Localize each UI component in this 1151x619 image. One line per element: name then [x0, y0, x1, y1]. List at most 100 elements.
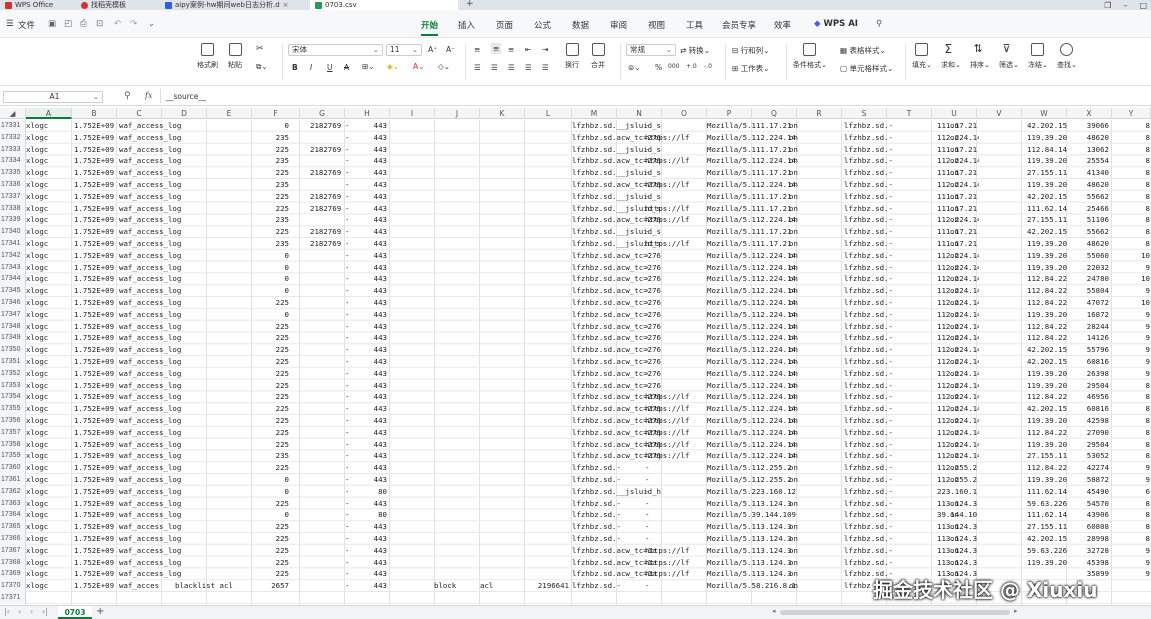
border-icon[interactable]: ⊞⌄	[362, 62, 375, 71]
cell-j[interactable]	[434, 238, 474, 250]
cell-f[interactable]: 225	[242, 533, 289, 545]
cell-w[interactable]: 59.63.226	[1027, 545, 1069, 557]
cell-f[interactable]: 2657	[242, 580, 289, 592]
cell-f[interactable]: 225	[242, 521, 289, 533]
cell-j[interactable]	[434, 368, 474, 380]
cell-j[interactable]	[434, 120, 474, 132]
cell-g[interactable]: 2182769	[310, 144, 348, 156]
restore-icon[interactable]: ❐	[1104, 1, 1111, 10]
cell-y[interactable]: 8	[1112, 191, 1150, 203]
cell-w[interactable]: 112.84.22	[1027, 297, 1069, 309]
cell-l[interactable]	[515, 533, 569, 545]
cell-s[interactable]: lfzhbz.sd.-	[844, 509, 904, 521]
formula-input[interactable]: __source__	[166, 92, 206, 101]
cell-i[interactable]: 443	[345, 403, 387, 415]
cell-v[interactable]: on	[950, 132, 992, 144]
cell-i[interactable]: 443	[345, 368, 387, 380]
cell-b[interactable]: 1.752E+09	[74, 273, 116, 285]
cell-n[interactable]: -	[645, 344, 690, 356]
cell-f[interactable]: 225	[242, 344, 289, 356]
cell-a[interactable]: xlogc	[26, 132, 68, 144]
row-number[interactable]: 17362	[0, 485, 26, 498]
cell-i[interactable]: 443	[345, 250, 387, 262]
cell-x[interactable]: 39066	[1067, 120, 1109, 132]
cell-w[interactable]: 27.155.11	[1027, 521, 1069, 533]
cell-b[interactable]: 1.752E+09	[74, 356, 116, 368]
cell-g[interactable]	[310, 321, 348, 333]
cell-l[interactable]	[515, 403, 569, 415]
cell-p[interactable]: Mozilla/5.111.17.21	[707, 203, 797, 215]
cell-i[interactable]: 443	[345, 521, 387, 533]
cell-p[interactable]: Mozilla/5.112.224.14	[707, 262, 797, 274]
cell-x[interactable]: 25466	[1067, 203, 1109, 215]
row-number[interactable]: 17346	[0, 297, 26, 309]
cell-f[interactable]: 225	[242, 203, 289, 215]
cell-s[interactable]: lfzhbz.sd.-	[844, 486, 904, 498]
cell-v[interactable]: on	[950, 250, 992, 262]
cell-w[interactable]: 112.84.14	[1027, 144, 1069, 156]
column-header-k[interactable]: K	[480, 108, 525, 119]
row-number[interactable]: 17333	[0, 143, 26, 156]
cell-f[interactable]: 225	[242, 321, 289, 333]
cell-y[interactable]: 8	[1112, 144, 1150, 156]
cell-a[interactable]: xlogc	[26, 462, 68, 474]
cell-l[interactable]	[515, 474, 569, 486]
cell-p[interactable]: Mozilla/5.112.224.14	[707, 403, 797, 415]
cell-b[interactable]: 1.752E+09	[74, 545, 116, 557]
wps-ai-button[interactable]: ◆ WPS AI	[814, 19, 858, 29]
cell-i[interactable]: 443	[345, 285, 387, 297]
tab-0703-csv[interactable]: 0703.csv	[310, 0, 458, 10]
cell-l[interactable]	[515, 120, 569, 132]
hamburger-menu-icon[interactable]: ☰	[6, 19, 14, 29]
cell-x[interactable]: 27090	[1067, 427, 1109, 439]
column-header-b[interactable]: B	[72, 108, 117, 119]
cell-n[interactable]: -	[645, 498, 690, 510]
cell-b[interactable]: 1.752E+09	[74, 321, 116, 333]
cell-v[interactable]: on	[950, 403, 992, 415]
column-header-x[interactable]: X	[1067, 108, 1112, 119]
cell-x[interactable]: 29504	[1067, 380, 1109, 392]
row-number[interactable]: 17338	[0, 202, 26, 215]
cell-n[interactable]: -	[645, 144, 690, 156]
cell-p[interactable]: Mozilla/5.223.160.121	[707, 486, 797, 498]
cell-i[interactable]: 443	[345, 191, 387, 203]
row-number[interactable]: 17360	[0, 462, 26, 474]
cell-x[interactable]: 54570	[1067, 498, 1109, 510]
cell-y[interactable]: 6	[1112, 486, 1150, 498]
cell-q[interactable]: on	[789, 557, 831, 569]
tab-document[interactable]: aipy案例-hw期间web日志分析.d ×	[160, 0, 306, 10]
cell-q[interactable]: on	[789, 344, 831, 356]
cell-j[interactable]	[434, 545, 474, 557]
cell-i[interactable]: 443	[345, 226, 387, 238]
cell-y[interactable]: 9	[1112, 309, 1150, 321]
cell-q[interactable]: on	[789, 250, 831, 262]
cell-q[interactable]: on	[789, 462, 831, 474]
cell-g[interactable]	[310, 509, 348, 521]
cell-i[interactable]: 443	[345, 580, 387, 592]
data-grid[interactable]: 17331 xlogc 1.752E+09 waf_access_log 0 218276…	[0, 120, 1151, 606]
cell-j[interactable]	[434, 203, 474, 215]
align-center-icon[interactable]: ☰	[491, 63, 498, 72]
cell-x[interactable]: 45490	[1067, 486, 1109, 498]
cell-i[interactable]: 443	[345, 415, 387, 427]
cell-x[interactable]: 14126	[1067, 332, 1109, 344]
cell-p[interactable]: Mozilla/5.112.224.14	[707, 415, 797, 427]
row-number[interactable]: 17356	[0, 415, 26, 427]
cell-s[interactable]: lfzhbz.sd.-	[844, 450, 904, 462]
cell-p[interactable]: Mozilla/5.111.17.21	[707, 226, 797, 238]
cell-q[interactable]: on	[789, 415, 831, 427]
cell-y[interactable]: 9	[1112, 557, 1150, 569]
cell-v[interactable]: on	[950, 191, 992, 203]
cell-l[interactable]	[515, 191, 569, 203]
cell-y[interactable]: 8	[1112, 403, 1150, 415]
cell-j[interactable]	[434, 509, 474, 521]
cell-l[interactable]	[515, 368, 569, 380]
cell-a[interactable]: xlogc	[26, 403, 68, 415]
cell-i[interactable]: 443	[345, 391, 387, 403]
cell-b[interactable]: 1.752E+09	[74, 533, 116, 545]
cell-w[interactable]: 42.202.15	[1027, 226, 1069, 238]
clear-format-icon[interactable]: ◇⌄	[438, 62, 450, 71]
cell-n[interactable]: https://lf	[645, 568, 690, 580]
cell-j[interactable]	[434, 474, 474, 486]
cell-y[interactable]: 9	[1112, 262, 1150, 274]
